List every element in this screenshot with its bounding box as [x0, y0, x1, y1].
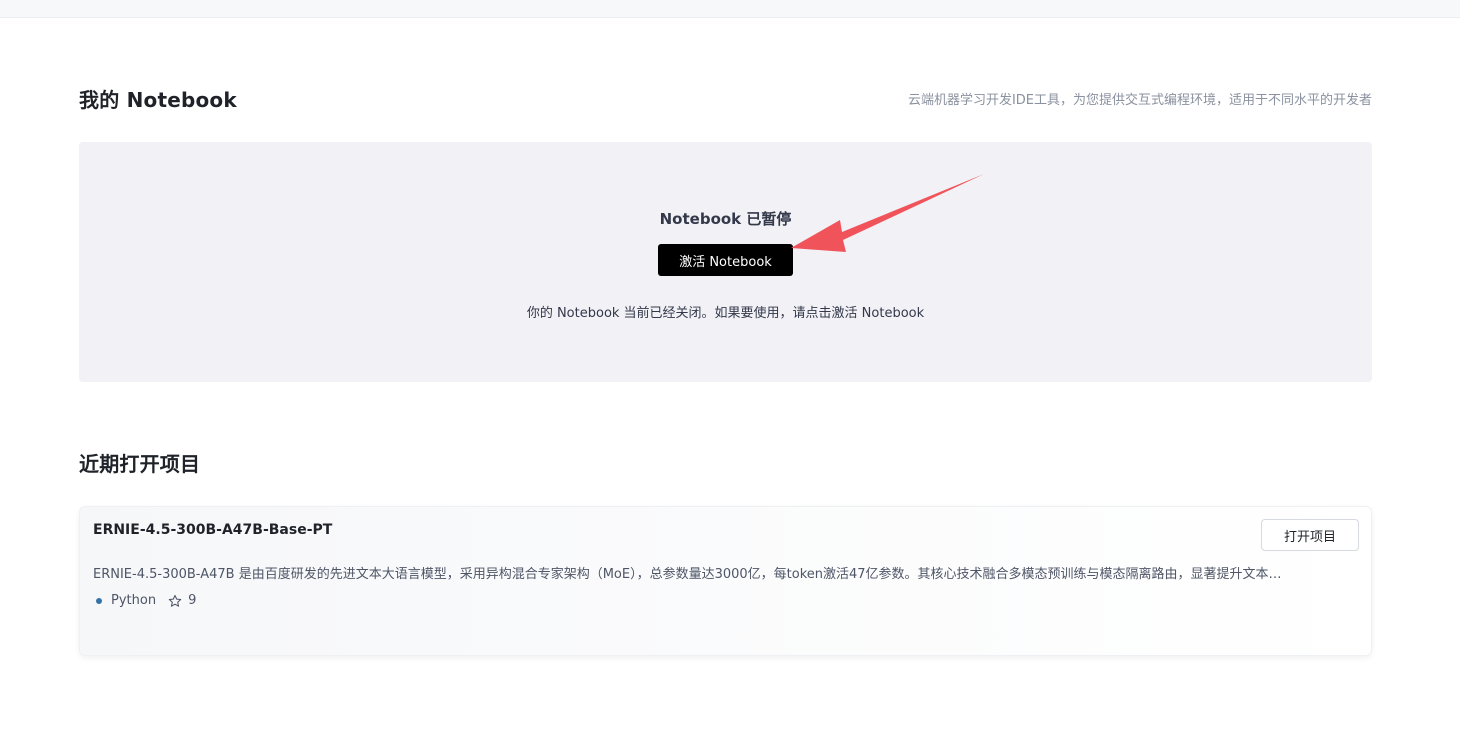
top-bar	[0, 0, 1460, 18]
notebook-section-title: 我的 Notebook	[79, 88, 237, 112]
project-stars: 9	[188, 593, 197, 608]
activate-notebook-button[interactable]: 激活 Notebook	[658, 244, 793, 276]
project-card[interactable]: ERNIE-4.5-300B-A47B-Base-PT 打开项目 ERNIE-4…	[79, 506, 1372, 656]
notebook-status-panel: Notebook 已暂停 激活 Notebook 你的 Notebook 当前已…	[79, 142, 1372, 382]
star-icon	[168, 594, 182, 608]
notebook-section-header: 我的 Notebook 云端机器学习开发IDE工具，为您提供交互式编程环境，适用…	[79, 84, 1372, 113]
project-description: ERNIE-4.5-300B-A47B 是由百度研发的先进文本大语言模型，采用异…	[93, 567, 1282, 582]
notebook-status-text: Notebook 已暂停	[659, 210, 792, 228]
project-language: Python	[111, 593, 157, 608]
notebook-hint-text: 你的 Notebook 当前已经关闭。如果要使用，请点击激活 Notebook	[526, 306, 925, 321]
recent-section-header: 近期打开项目	[79, 448, 1372, 477]
language-dot-icon	[96, 597, 102, 604]
notebook-section-description: 云端机器学习开发IDE工具，为您提供交互式编程环境，适用于不同水平的开发者	[907, 93, 1372, 108]
recent-section-title: 近期打开项目	[79, 452, 201, 476]
project-meta: Python 9	[96, 593, 196, 608]
project-name[interactable]: ERNIE-4.5-300B-A47B-Base-PT	[93, 522, 332, 538]
annotation-arrow-icon	[791, 174, 984, 252]
open-project-button[interactable]: 打开项目	[1261, 519, 1359, 551]
